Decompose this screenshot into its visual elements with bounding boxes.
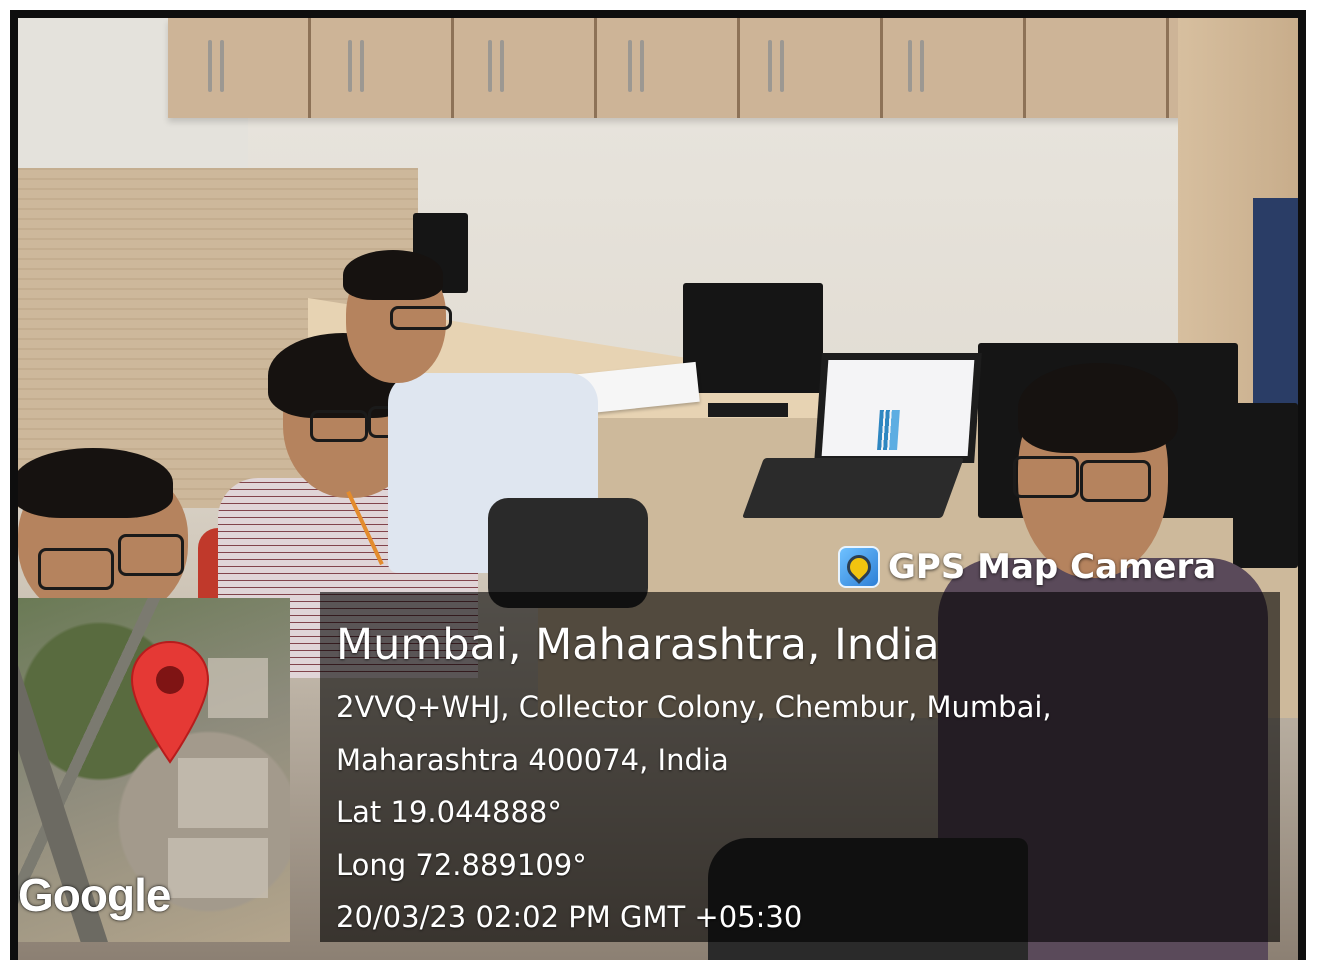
monitor-center: [683, 283, 823, 393]
map-building-block: [178, 758, 268, 828]
longitude-readout: Long 72.889109°: [336, 848, 587, 882]
app-name-label: GPS Map Camera: [888, 547, 1217, 587]
gps-map-camera-badge: GPS Map Camera: [838, 545, 1278, 589]
timestamp-readout: 20/03/23 02:02 PM GMT +05:30: [336, 900, 803, 934]
address-line-2: Maharashtra 400074, India: [336, 743, 729, 777]
laptop-keyboard: [742, 458, 964, 518]
map-camera-icon: [838, 546, 880, 588]
address-line-1: 2VVQ+WHJ, Collector Colony, Chembur, Mum…: [336, 690, 1052, 724]
map-building-block: [168, 838, 268, 898]
overhead-cabinets: [168, 18, 1228, 118]
latitude-readout: Lat 19.044888°: [336, 795, 562, 829]
monitor-far-right: [1233, 403, 1298, 568]
laptop-screen: [814, 353, 982, 463]
location-dot-icon: [842, 550, 876, 584]
map-pin-icon: [130, 640, 210, 764]
location-title: Mumbai, Maharashtra, India: [336, 620, 940, 670]
monitor-stand: [708, 403, 788, 417]
google-attribution: Google: [18, 869, 171, 921]
map-building-block: [208, 658, 268, 718]
laptop-chart-bars: [877, 410, 900, 450]
laptop-display: [821, 360, 975, 456]
